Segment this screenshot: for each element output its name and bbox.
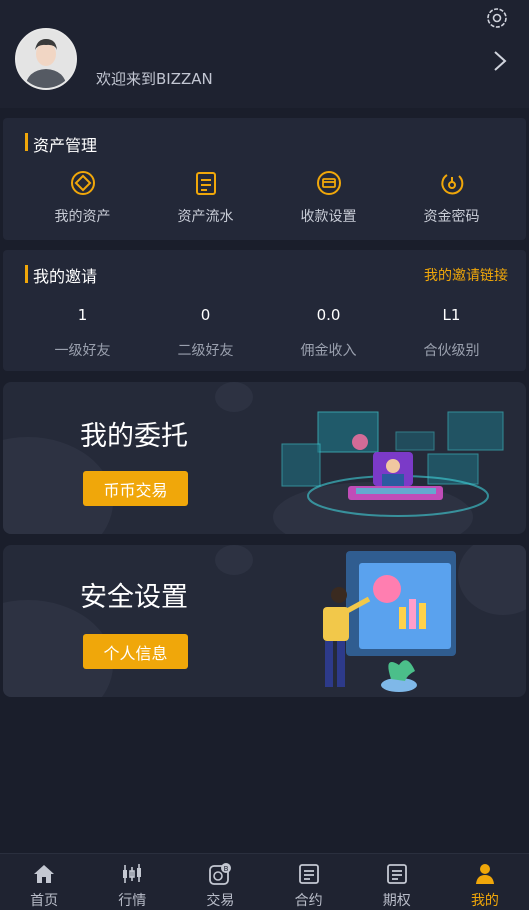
decor-blob xyxy=(458,545,526,615)
bottom-tab-bar: 首页 行情 B 交易 合约 期权 我的 xyxy=(0,853,529,910)
menu-fund-password[interactable]: 资金密码 xyxy=(390,170,513,226)
menu-label: 收款设置 xyxy=(300,209,357,225)
tab-trade[interactable]: B 交易 xyxy=(176,854,264,910)
contract-icon xyxy=(298,864,319,884)
profile-header: 欢迎来到BIZZAN xyxy=(0,0,529,108)
stat-value: 1 xyxy=(77,306,88,324)
tab-label: 行情 xyxy=(118,893,147,909)
stat-label: 佣金收入 xyxy=(300,343,357,359)
candlestick-icon xyxy=(123,864,142,883)
stat-value: 0 xyxy=(200,306,211,324)
tab-home[interactable]: 首页 xyxy=(0,854,88,910)
settings-icon[interactable] xyxy=(484,5,510,31)
card-icon xyxy=(316,171,341,195)
menu-asset-ledger[interactable]: 资产流水 xyxy=(144,170,267,226)
invite-title: 我的邀请 xyxy=(33,267,98,286)
tab-options[interactable]: 期权 xyxy=(353,854,441,910)
stat-commission: 0.0 佣金收入 xyxy=(267,306,390,360)
section-marker xyxy=(25,133,28,151)
menu-my-assets[interactable]: 我的资产 xyxy=(21,170,144,226)
asset-icon xyxy=(70,171,95,195)
ledger-icon xyxy=(195,172,216,195)
stat-value: 0.0 xyxy=(316,306,341,324)
invite-link[interactable]: 我的邀请链接 xyxy=(424,265,508,285)
stat-label: 合伙级别 xyxy=(423,343,480,359)
presentation-illustration xyxy=(323,551,456,692)
avatar[interactable] xyxy=(15,28,77,90)
decor-blob xyxy=(215,382,253,412)
section-marker xyxy=(25,265,28,283)
option-icon xyxy=(386,864,407,884)
security-title: 安全设置 xyxy=(80,582,188,613)
tab-label: 合约 xyxy=(294,893,323,909)
asset-menu: 我的资产 资产流水 收款设置 资金密码 xyxy=(3,170,526,226)
tab-label: 首页 xyxy=(30,893,59,909)
personal-info-button[interactable]: 个人信息 xyxy=(83,634,188,669)
tab-label: 我的 xyxy=(470,893,499,909)
tab-mine[interactable]: 我的 xyxy=(441,854,529,910)
menu-label: 资产流水 xyxy=(177,209,234,225)
stat-level2-friends: 0 二级好友 xyxy=(144,306,267,360)
trade-icon: B xyxy=(209,863,232,885)
avatar-person-icon xyxy=(17,30,75,88)
stat-level1-friends: 1 一级好友 xyxy=(21,306,144,360)
home-icon xyxy=(34,865,55,883)
tab-label: 交易 xyxy=(206,893,235,909)
orders-title: 我的委托 xyxy=(80,421,188,452)
tab-market[interactable]: 行情 xyxy=(88,854,176,910)
asset-management-section: 资产管理 我的资产 资产流水 收款设置 资金密码 xyxy=(3,118,526,240)
invite-section: 我的邀请 我的邀请链接 1 一级好友 0 二级好友 0.0 佣金收入 L1 合伙… xyxy=(3,250,526,371)
invite-stats: 1 一级好友 0 二级好友 0.0 佣金收入 L1 合伙级别 xyxy=(3,306,526,360)
security-banner[interactable]: 安全设置 个人信息 xyxy=(3,545,526,697)
menu-payment-settings[interactable]: 收款设置 xyxy=(267,170,390,226)
decor-blob xyxy=(215,545,253,575)
stat-partner-level: L1 合伙级别 xyxy=(390,306,513,360)
stat-label: 一级好友 xyxy=(54,343,111,359)
asset-management-title: 资产管理 xyxy=(33,136,98,155)
orders-banner[interactable]: 我的委托 币币交易 xyxy=(3,382,526,534)
tab-contract[interactable]: 合约 xyxy=(265,854,353,910)
trading-desk-illustration xyxy=(281,411,504,517)
svg-text:B: B xyxy=(224,865,229,873)
welcome-text: 欢迎来到BIZZAN xyxy=(96,70,213,88)
menu-label: 我的资产 xyxy=(54,209,111,225)
menu-label: 资金密码 xyxy=(423,209,480,225)
user-icon xyxy=(475,864,494,884)
chevron-right-icon[interactable] xyxy=(490,49,510,73)
stat-label: 二级好友 xyxy=(177,343,234,359)
password-icon xyxy=(440,174,463,195)
tab-label: 期权 xyxy=(382,893,411,909)
spot-trading-button[interactable]: 币币交易 xyxy=(83,471,188,506)
stat-value: L1 xyxy=(442,306,461,324)
